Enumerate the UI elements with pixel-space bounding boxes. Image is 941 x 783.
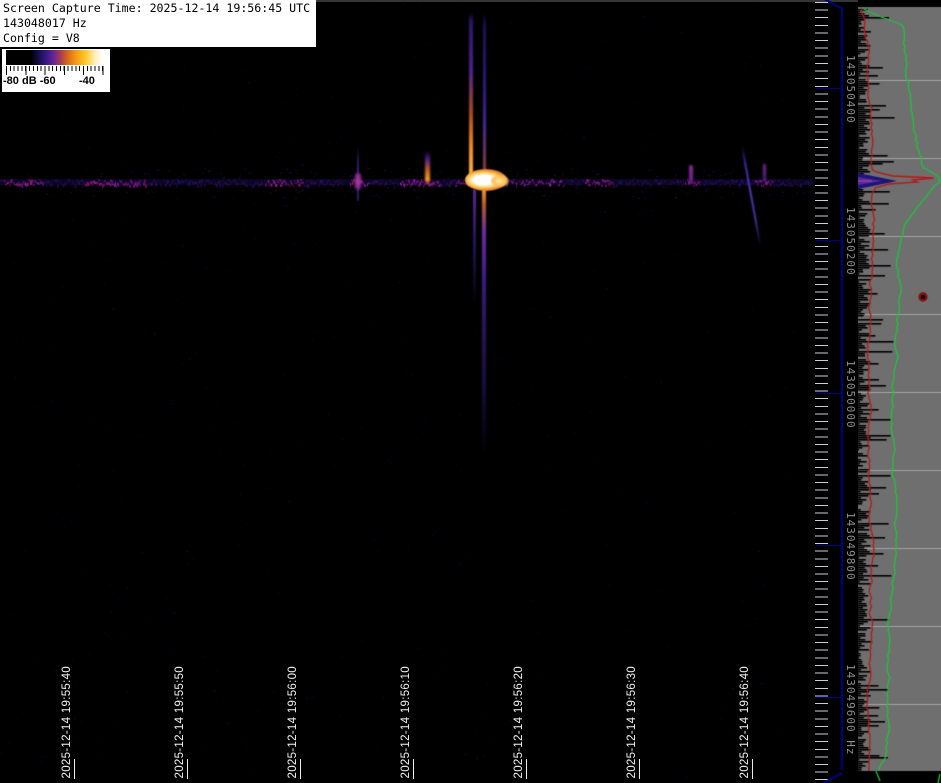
- frequency-label: 143049800: [844, 512, 857, 581]
- screen-capture-window: 2025-12-14 19:55:402025-12-14 19:55:5020…: [0, 0, 941, 783]
- info-box: Screen Capture Time: 2025-12-14 19:56:45…: [0, 0, 316, 47]
- frequency-major-tick: [816, 88, 842, 89]
- spectrum-panel-plot: [858, 0, 941, 783]
- frequency-major-tick: [816, 697, 842, 698]
- legend-ruler-major: [6, 66, 104, 75]
- receiver-frequency-text: 143048017 Hz: [3, 16, 313, 31]
- legend-label-right: -40: [79, 75, 95, 87]
- frequency-label: 143050200: [844, 207, 857, 276]
- config-text: Config = V8: [3, 31, 313, 46]
- legend-label-left: -80 dB -60: [3, 75, 56, 87]
- color-scale-legend: -80 dB -60 -40: [2, 49, 110, 92]
- frequency-label: 143050000: [844, 360, 857, 429]
- frequency-axis-line: [841, 8, 843, 770]
- frequency-label: 143050400: [844, 55, 857, 124]
- frequency-minor-ticks: [815, 2, 828, 781]
- frequency-axis: 143050400 143050200 143050000 143049800 1430…: [815, 0, 858, 783]
- frequency-major-tick: [816, 240, 842, 241]
- color-gradient-bar: [6, 50, 103, 65]
- legend-unit: dB: [22, 75, 37, 87]
- capture-time-text: Screen Capture Time: 2025-12-14 19:56:45…: [3, 1, 313, 16]
- legend-mid: -60: [40, 75, 56, 87]
- frequency-major-tick: [816, 393, 842, 394]
- spectrogram-waterfall: [0, 0, 858, 783]
- frequency-label: 143049600 Hz: [844, 664, 857, 755]
- spectrum-panel: [858, 0, 941, 783]
- frequency-major-tick: [816, 545, 842, 546]
- legend-min: -80: [3, 75, 19, 87]
- legend-labels: -80 dB -60 -40: [2, 75, 110, 90]
